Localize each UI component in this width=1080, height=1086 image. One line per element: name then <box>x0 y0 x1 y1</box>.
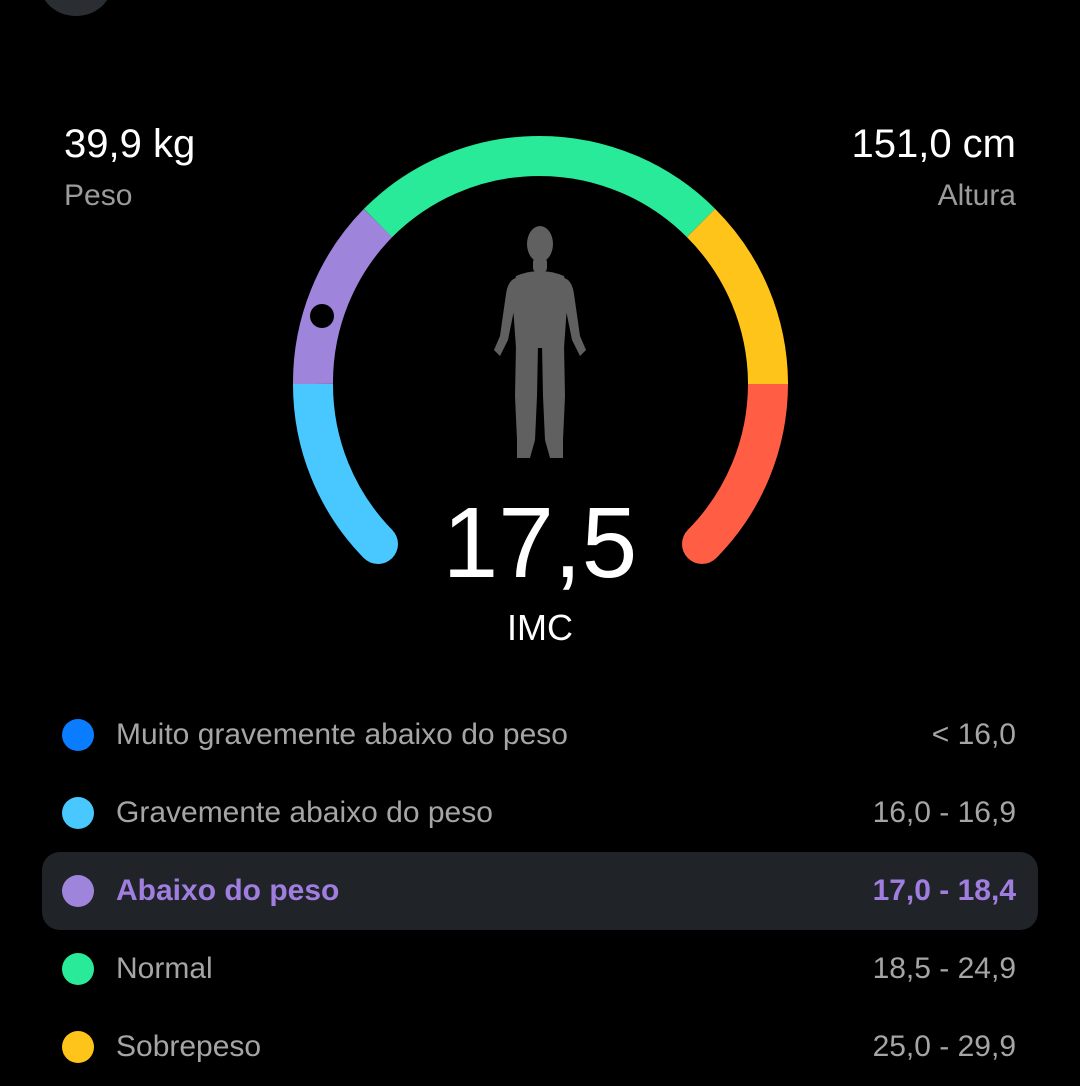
legend-range: 18,5 - 24,9 <box>872 952 1016 985</box>
bmi-label: IMC <box>507 607 573 648</box>
legend-range: 16,0 - 16,9 <box>872 796 1016 829</box>
legend-range: 25,0 - 29,9 <box>872 1030 1016 1063</box>
bmi-category-list: Muito gravemente abaixo do peso < 16,0 G… <box>42 696 1038 1086</box>
gauge-marker <box>310 304 334 328</box>
legend-range: < 16,0 <box>931 718 1016 751</box>
legend-range: 17,0 - 18,4 <box>872 874 1016 907</box>
legend-label: Abaixo do peso <box>116 874 340 907</box>
legend-dot <box>62 719 94 751</box>
legend-row-gravemente-abaixo[interactable]: Gravemente abaixo do peso 16,0 - 16,9 <box>42 774 1038 852</box>
gauge-segment-purple <box>292 209 393 385</box>
legend-label: Muito gravemente abaixo do peso <box>116 718 568 751</box>
gauge-segment-green <box>363 136 716 238</box>
height-value: 151,0 cm <box>851 122 1016 166</box>
legend-dot <box>62 797 94 829</box>
legend-label: Normal <box>116 952 213 985</box>
bmi-value: 17,5 <box>442 487 638 599</box>
legend-dot <box>62 953 94 985</box>
weight-value: 39,9 kg <box>64 122 196 166</box>
legend-row-sobrepeso[interactable]: Sobrepeso 25,0 - 29,9 <box>42 1008 1038 1086</box>
gauge-segment-yellow <box>686 208 788 385</box>
weight-label: Peso <box>64 179 133 212</box>
height-label: Altura <box>937 179 1016 212</box>
legend-dot <box>62 875 94 907</box>
legend-row-abaixo[interactable]: Abaixo do peso 17,0 - 18,4 <box>42 852 1038 930</box>
legend-label: Sobrepeso <box>116 1030 262 1063</box>
height-stat: 151,0 cm Altura <box>851 118 1016 216</box>
legend-row-muito-gravemente-abaixo[interactable]: Muito gravemente abaixo do peso < 16,0 <box>42 696 1038 774</box>
weight-stat: 39,9 kg Peso <box>64 118 195 216</box>
legend-row-normal[interactable]: Normal 18,5 - 24,9 <box>42 930 1038 1008</box>
legend-label: Gravemente abaixo do peso <box>116 796 493 829</box>
legend-dot <box>62 1031 94 1063</box>
back-button[interactable] <box>40 0 112 16</box>
human-body-icon <box>494 226 586 458</box>
